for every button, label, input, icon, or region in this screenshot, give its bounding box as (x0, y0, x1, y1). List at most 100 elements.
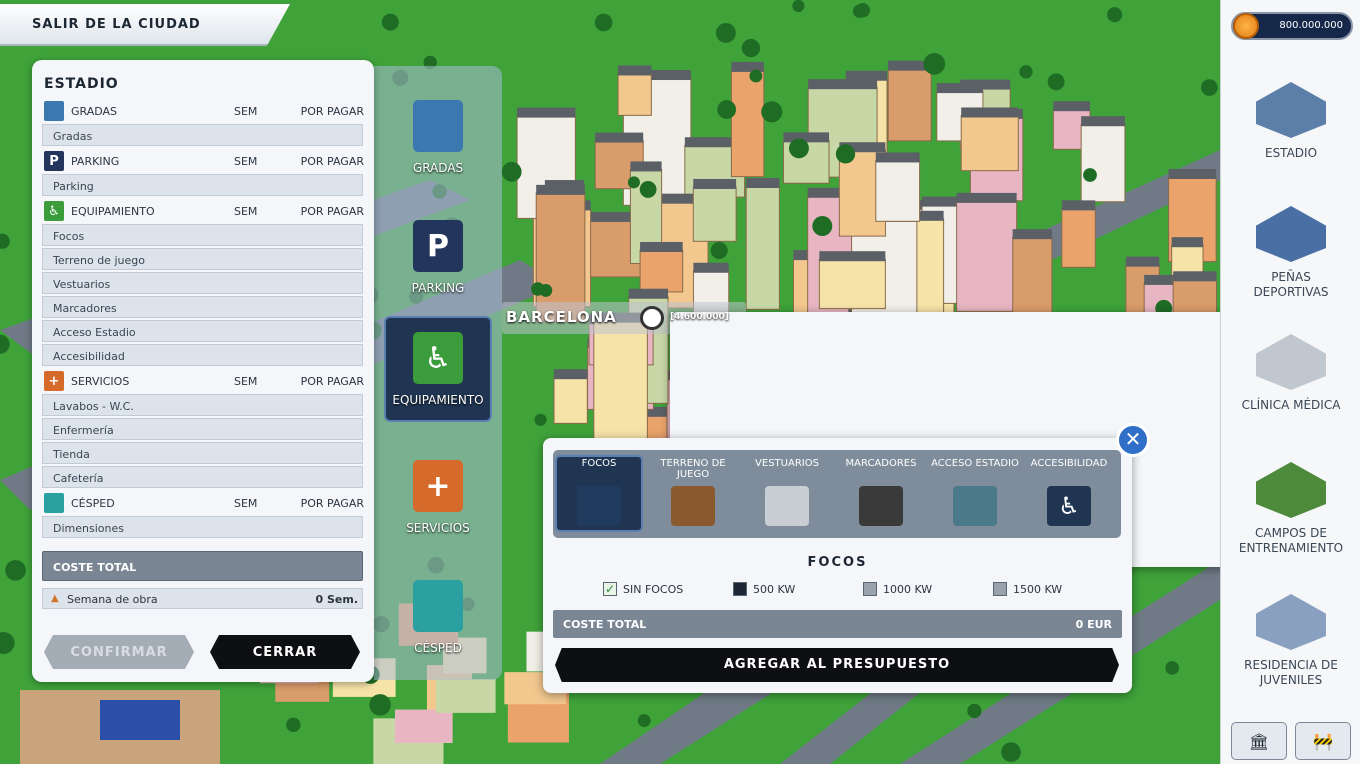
nav-item-0[interactable]: ESTADIO (1221, 82, 1360, 161)
equipment-tab-1[interactable]: TERRENO DE JUEGO (647, 450, 739, 538)
category-name: SERVICIOS (71, 375, 130, 388)
panel-title: ESTADIO (44, 76, 119, 92)
close-button[interactable]: CERRAR (210, 635, 360, 669)
option-label: SIN FOCOS (623, 583, 684, 596)
confirm-button[interactable]: CONFIRMAR (44, 635, 194, 669)
budget-item[interactable]: Lavabos - W.C. (42, 394, 363, 416)
stadium-budget-panel: ESTADIO GRADAS SEM POR PAGAR Gradas P PARKING… (32, 60, 374, 682)
category-tile-label: CÉSPED (414, 641, 462, 655)
equipment-tab-3[interactable]: MARCADORES (835, 450, 927, 538)
category-tile-4[interactable]: CÉSPED (384, 566, 492, 672)
work-weeks-row: ▲ Semana de obra 0 Sem. (42, 588, 363, 609)
category-weeks: SEM (234, 497, 258, 510)
category-row-1[interactable]: P PARKING SEM POR PAGAR (42, 150, 364, 172)
equipment-icon: ♿ (44, 201, 64, 221)
floodlight-icon (577, 486, 621, 526)
add-to-budget-button[interactable]: AGREGAR AL PRESUPUESTO (555, 648, 1119, 682)
pitch-icon (671, 486, 715, 526)
checkbox-icon[interactable]: ✓ (603, 582, 617, 596)
clinic-icon (1256, 334, 1326, 390)
training-fields-icon (1256, 462, 1326, 518)
category-row-0[interactable]: GRADAS SEM POR PAGAR (42, 100, 364, 122)
category-row-2[interactable]: ♿ EQUIPAMIENTO SEM POR PAGAR (42, 200, 364, 222)
budget-item[interactable]: Gradas (42, 124, 363, 146)
coin-icon (1233, 13, 1259, 39)
category-payment: POR PAGAR (300, 105, 364, 118)
category-weeks: SEM (234, 105, 258, 118)
category-name: PARKING (71, 155, 120, 168)
equipment-tabs: FOCOS TERRENO DE JUEGO VESTUARIOS MARCADORE… (553, 450, 1121, 538)
budget-item[interactable]: Terreno de juego (42, 248, 363, 270)
popup-total-value: 0 EUR (1075, 618, 1112, 631)
budget-item[interactable]: Cafetería (42, 466, 363, 488)
lockers-icon (765, 486, 809, 526)
fan-club-icon (1256, 206, 1326, 262)
checkbox-icon[interactable] (733, 582, 747, 596)
equipment-tab-0[interactable]: FOCOS (553, 450, 645, 538)
nav-label: CLÍNICA MÉDICA (1241, 398, 1341, 412)
equipment-tab-4[interactable]: ACCESO ESTADIO (929, 450, 1021, 538)
wheelchair-icon: ♿ (1047, 486, 1091, 526)
checkbox-icon[interactable] (993, 582, 1007, 596)
budget-item[interactable]: Accesibilidad (42, 344, 363, 366)
category-tile-1[interactable]: P PARKING (384, 206, 492, 312)
budget-item[interactable]: Dimensiones (42, 516, 363, 538)
tab-label: VESTUARIOS (755, 458, 819, 469)
youth-residence-icon (1256, 594, 1326, 650)
budget-item[interactable]: Tienda (42, 442, 363, 464)
budget-item[interactable]: Parking (42, 174, 363, 196)
exit-city-button[interactable]: SALIR DE LA CIUDAD (0, 4, 290, 46)
category-tile-3[interactable]: + SERVICIOS (384, 446, 492, 552)
category-name: GRADAS (71, 105, 118, 118)
equipment-tab-5[interactable]: ACCESIBILIDAD ♿ (1023, 450, 1115, 538)
budget-item[interactable]: Acceso Estadio (42, 320, 363, 342)
popup-total-bar: COSTE TOTAL 0 EUR (553, 610, 1122, 638)
category-weeks: SEM (234, 205, 258, 218)
option-label: 1500 KW (1013, 583, 1063, 596)
close-popup-icon[interactable]: ✕ (1116, 423, 1150, 457)
category-tile-label: SERVICIOS (406, 521, 470, 535)
category-tile-2[interactable]: ♿ EQUIPAMIENTO (384, 316, 492, 422)
budget-item[interactable]: Vestuarios (42, 272, 363, 294)
checkbox-icon[interactable] (863, 582, 877, 596)
parking-icon: P (413, 220, 463, 272)
money-counter: 800.000.000 (1231, 12, 1353, 40)
right-sidebar: 800.000.000 ESTADIO PEÑAS DEPORTIVAS CLÍNI… (1220, 0, 1360, 764)
budget-item[interactable]: Focos (42, 224, 363, 246)
category-weeks: SEM (234, 375, 258, 388)
city-hall-icon[interactable]: 🏛 (1231, 722, 1287, 760)
stands-icon (413, 100, 463, 152)
work-weeks-label: Semana de obra (67, 593, 158, 606)
services-icon: + (413, 460, 463, 512)
total-cost-label: COSTE TOTAL (53, 561, 137, 574)
nav-label: RESIDENCIA DE JUVENILES (1244, 658, 1338, 687)
category-row-3[interactable]: + SERVICIOS SEM POR PAGAR (42, 370, 364, 392)
work-weeks-value: 0 Sem. (315, 593, 358, 606)
city-name: BARCELONA (506, 308, 617, 326)
equipment-icon: ♿ (413, 332, 463, 384)
total-cost-bar: COSTE TOTAL (42, 551, 363, 581)
category-payment: POR PAGAR (300, 375, 364, 388)
category-weeks: SEM (234, 155, 258, 168)
nav-item-4[interactable]: RESIDENCIA DE JUVENILES (1221, 594, 1360, 688)
nav-item-2[interactable]: CLÍNICA MÉDICA (1221, 334, 1360, 413)
tab-label: TERRENO DE JUEGO (660, 458, 726, 480)
option-label: 500 KW (753, 583, 796, 596)
category-tile-label: GRADAS (412, 161, 464, 175)
city-label[interactable]: BARCELONA [4.600.000] (502, 302, 1259, 567)
turnstile-icon (953, 486, 997, 526)
category-tile-0[interactable]: GRADAS (384, 86, 492, 192)
category-payment: POR PAGAR (300, 205, 364, 218)
equipment-tab-2[interactable]: VESTUARIOS (741, 450, 833, 538)
nav-item-3[interactable]: CAMPOS DE ENTRENAMIENTO (1221, 462, 1360, 556)
nav-label: ESTADIO (1264, 146, 1318, 160)
exit-city-label: SALIR DE LA CIUDAD (32, 17, 201, 32)
nav-item-1[interactable]: PEÑAS DEPORTIVAS (1221, 206, 1360, 300)
budget-item[interactable]: Marcadores (42, 296, 363, 318)
budget-item[interactable]: Enfermería (42, 418, 363, 440)
tab-label: MARCADORES (845, 458, 917, 469)
construction-icon[interactable]: 🚧 (1295, 722, 1351, 760)
stadium-icon (1256, 82, 1326, 138)
category-row-4[interactable]: CÉSPED SEM POR PAGAR (42, 492, 364, 514)
option-label: 1000 KW (883, 583, 933, 596)
